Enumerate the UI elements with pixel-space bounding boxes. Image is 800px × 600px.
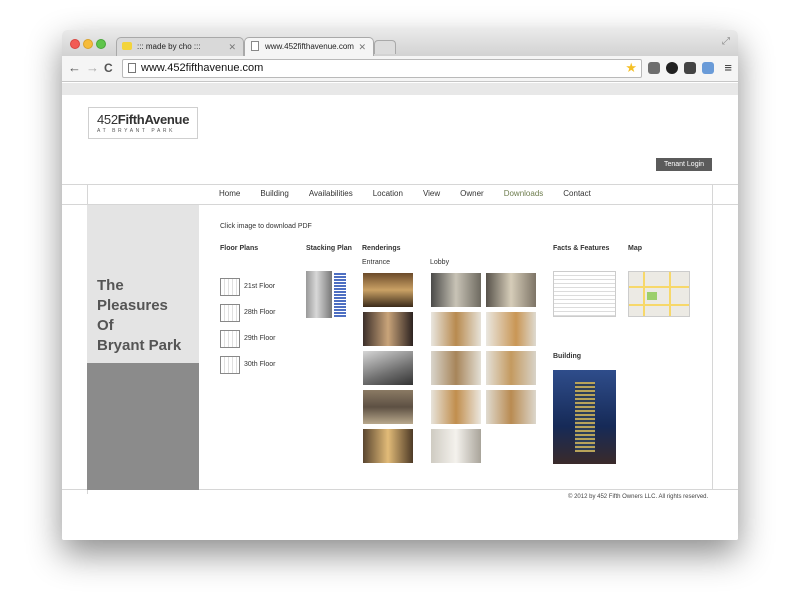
tab-452fifthavenue[interactable]: www.452fifthavenue.com ✕	[244, 37, 374, 56]
lobby-rendering-thumbnail[interactable]	[485, 350, 537, 386]
floor-label: 28th Floor	[244, 309, 276, 316]
entrance-rendering-thumbnail[interactable]	[362, 389, 414, 425]
map-heading: Map	[628, 245, 642, 252]
lobby-rendering-thumbnail[interactable]	[430, 272, 482, 308]
logo-number: 452	[97, 112, 118, 127]
floor-plan-link[interactable]: 28th Floor	[220, 304, 290, 322]
close-tab-icon[interactable]: ✕	[228, 42, 236, 53]
browser-toolbar: ← → C www.452fifthavenue.com ★ ≡	[62, 56, 738, 82]
map-thumbnail[interactable]	[628, 271, 690, 317]
nav-availabilities[interactable]: Availabilities	[309, 189, 353, 201]
lobby-rendering-thumbnail[interactable]	[485, 311, 537, 347]
tab-made-by-cho[interactable]: ::: made by cho ::: ✕	[116, 37, 244, 56]
intro-text: Click image to download PDF	[220, 223, 312, 230]
divider	[712, 184, 713, 489]
reload-icon[interactable]: C	[104, 60, 113, 76]
entrance-rendering-thumbnail[interactable]	[362, 428, 414, 464]
nav-home[interactable]: Home	[219, 189, 240, 201]
tab-label: www.452fifthavenue.com	[265, 42, 354, 51]
facts-heading: Facts & Features	[553, 245, 610, 252]
lobby-rendering-thumbnail[interactable]	[430, 389, 482, 425]
new-tab-button[interactable]	[374, 40, 396, 54]
bookmark-star-icon[interactable]: ★	[625, 60, 637, 76]
extension-icon[interactable]	[648, 62, 660, 74]
tab-bar: ::: made by cho ::: ✕ www.452fifthavenue…	[62, 30, 738, 56]
page-icon	[251, 41, 259, 51]
nav-building[interactable]: Building	[260, 189, 288, 201]
copyright-footer: © 2012 by 452 Fifth Owners LLC. All righ…	[568, 494, 709, 500]
renderings-heading: Renderings	[362, 245, 401, 252]
folder-icon	[122, 42, 132, 50]
logo-subtitle: AT BRYANT PARK	[97, 128, 176, 134]
close-window-button[interactable]	[70, 39, 80, 49]
logo-name: FifthAvenue	[117, 112, 190, 127]
extension-icon[interactable]	[702, 62, 714, 74]
building-photo-thumbnail[interactable]	[553, 370, 616, 464]
floor-plan-thumbnail	[220, 278, 240, 296]
lobby-rendering-thumbnail[interactable]	[430, 311, 482, 347]
floor-plan-link[interactable]: 29th Floor	[220, 330, 290, 348]
entrance-rendering-thumbnail[interactable]	[362, 272, 414, 308]
page-icon	[128, 63, 136, 73]
lobby-subheading: Lobby	[430, 259, 450, 266]
top-strip	[62, 83, 738, 95]
nav-owner[interactable]: Owner	[460, 189, 484, 201]
floor-plan-link[interactable]: 21st Floor	[220, 278, 290, 296]
floor-label: 30th Floor	[244, 361, 276, 368]
stacking-plan-heading: Stacking Plan	[306, 245, 352, 252]
fullscreen-icon[interactable]: ⤢	[722, 36, 730, 47]
stacking-plan-thumbnail[interactable]	[306, 271, 348, 318]
floor-plan-thumbnail	[220, 356, 240, 374]
building-heading: Building	[553, 353, 581, 360]
floor-label: 21st Floor	[244, 283, 276, 290]
nav-contact[interactable]: Contact	[563, 189, 591, 201]
floor-plan-link[interactable]: 30th Floor	[220, 356, 290, 374]
lobby-rendering-thumbnail[interactable]	[430, 350, 482, 386]
tagline: The Pleasures Of Bryant Park	[97, 277, 182, 354]
back-icon[interactable]: ←	[68, 60, 81, 76]
floor-label: 29th Floor	[244, 335, 276, 342]
minimize-window-button[interactable]	[83, 39, 93, 49]
entrance-rendering-thumbnail[interactable]	[362, 311, 414, 347]
forward-icon[interactable]: →	[86, 60, 99, 76]
lobby-rendering-thumbnail[interactable]	[485, 389, 537, 425]
browser-window: ::: made by cho ::: ✕ www.452fifthavenue…	[62, 30, 738, 540]
close-tab-icon[interactable]: ✕	[358, 42, 366, 53]
lobby-rendering-thumbnail[interactable]	[485, 272, 537, 308]
nav-downloads[interactable]: Downloads	[504, 189, 544, 201]
extension-icon[interactable]	[666, 62, 678, 74]
camera-icon[interactable]	[684, 62, 696, 74]
sidebar-panel-dark	[87, 363, 199, 490]
floor-plans-heading: Floor Plans	[220, 245, 259, 252]
address-text: www.452fifthavenue.com	[141, 62, 264, 74]
menu-icon[interactable]: ≡	[724, 60, 732, 75]
divider	[62, 184, 738, 185]
floor-plan-thumbnail	[220, 304, 240, 322]
web-page: 452FifthAvenue AT BRYANT PARK Tenant Log…	[62, 83, 738, 540]
tenant-login-button[interactable]: Tenant Login	[656, 158, 712, 171]
facts-features-thumbnail[interactable]	[553, 271, 616, 317]
tab-label: ::: made by cho :::	[137, 42, 201, 51]
zoom-window-button[interactable]	[96, 39, 106, 49]
nav-location[interactable]: Location	[373, 189, 403, 201]
main-nav: Home Building Availabilities Location Vi…	[219, 189, 611, 201]
nav-view[interactable]: View	[423, 189, 440, 201]
lobby-rendering-thumbnail[interactable]	[430, 428, 482, 464]
entrance-rendering-thumbnail[interactable]	[362, 350, 414, 386]
floor-plan-thumbnail	[220, 330, 240, 348]
address-bar[interactable]: www.452fifthavenue.com ★	[122, 59, 642, 78]
entrance-subheading: Entrance	[362, 259, 391, 266]
site-logo[interactable]: 452FifthAvenue AT BRYANT PARK	[88, 107, 198, 139]
